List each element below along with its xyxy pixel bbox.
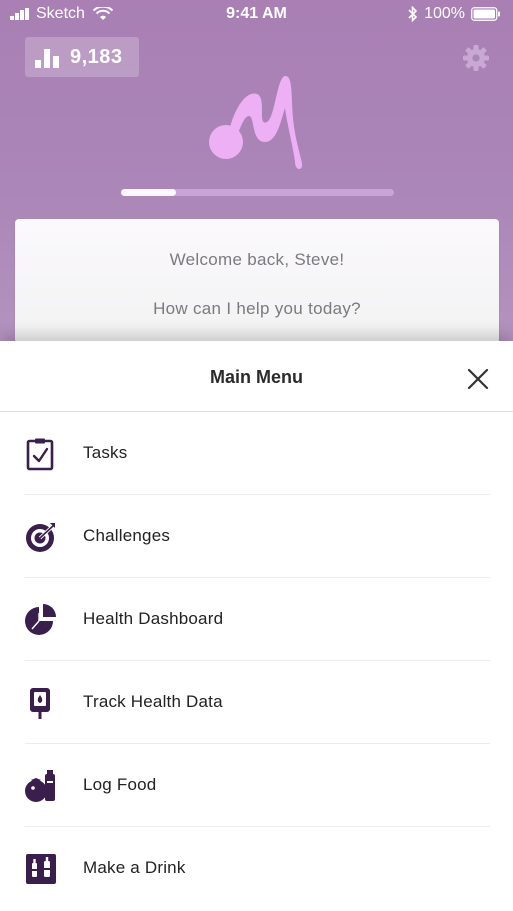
- menu-item-health-dashboard[interactable]: Health Dashboard: [0, 578, 513, 661]
- progress-bar: [121, 189, 394, 196]
- status-bar: Sketch 9:41 AM 100%: [0, 0, 513, 30]
- menu-item-label: Track Health Data: [83, 692, 223, 711]
- menu-item-track-health-data[interactable]: Track Health Data: [0, 661, 513, 744]
- menu-item-label: Health Dashboard: [83, 609, 224, 628]
- bar-chart-icon: [35, 49, 59, 68]
- welcome-greeting: Welcome back, Steve!: [169, 250, 345, 269]
- close-icon[interactable]: [464, 365, 492, 393]
- menu-item-label: Log Food: [83, 775, 157, 794]
- bluetooth-icon: [408, 6, 418, 22]
- progress-fill: [121, 189, 176, 196]
- menu-item-make-a-drink[interactable]: Make a Drink: [0, 827, 513, 910]
- menu-item-label: Challenges: [83, 526, 171, 545]
- menu-item-challenges[interactable]: Challenges: [0, 495, 513, 578]
- welcome-card: Welcome back, Steve! How can I help you …: [15, 219, 499, 344]
- battery-icon: [471, 7, 500, 21]
- welcome-prompt: How can I help you today?: [153, 299, 361, 318]
- clipboard-check-icon: [26, 438, 54, 471]
- steps-badge[interactable]: 9,183: [25, 37, 139, 77]
- menu-list: Tasks Challenges Health Dashboard Track …: [0, 412, 513, 910]
- food-icon: [25, 770, 55, 802]
- brand-logo: [209, 75, 303, 170]
- gear-icon[interactable]: [462, 44, 490, 72]
- menu-item-label: Tasks: [83, 443, 128, 462]
- main-menu-sheet: Main Menu Tasks Challenges Health Dashbo…: [0, 341, 513, 911]
- hero-header: Sketch 9:41 AM 100% 9,183 Welcome back, …: [0, 0, 513, 344]
- menu-item-label: Make a Drink: [83, 858, 186, 877]
- menu-item-log-food[interactable]: Log Food: [0, 744, 513, 827]
- menu-item-tasks[interactable]: Tasks: [0, 412, 513, 495]
- menu-title: Main Menu: [210, 367, 303, 387]
- pie-chart-icon: [25, 604, 56, 635]
- drink-icon: [26, 854, 56, 884]
- glucose-meter-icon: [30, 688, 50, 719]
- status-right: 100%: [408, 5, 501, 23]
- battery-percent: 100%: [424, 5, 465, 22]
- target-icon: [26, 523, 56, 552]
- menu-header: Main Menu: [0, 341, 513, 412]
- steps-count: 9,183: [70, 45, 123, 68]
